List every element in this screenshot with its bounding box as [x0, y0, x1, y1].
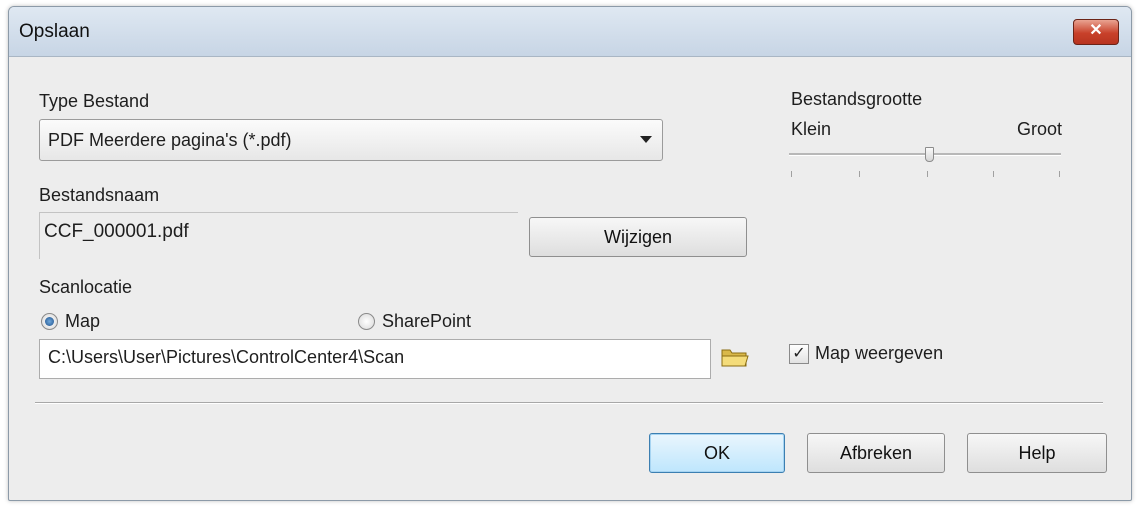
save-dialog: Opslaan ✕ Type Bestand PDF Meerdere pagi…: [8, 6, 1132, 501]
radio-map-label[interactable]: Map: [65, 311, 100, 332]
radio-map[interactable]: [41, 313, 58, 330]
cancel-button[interactable]: Afbreken: [807, 433, 945, 473]
slider-thumb[interactable]: [925, 147, 934, 162]
dialog-title: Opslaan: [19, 21, 90, 42]
slider-tick: [859, 171, 860, 177]
close-button[interactable]: ✕: [1073, 19, 1119, 45]
chevron-down-icon: [640, 136, 652, 143]
help-button[interactable]: Help: [967, 433, 1107, 473]
ok-button[interactable]: OK: [649, 433, 785, 473]
change-button-label: Wijzigen: [603, 227, 673, 247]
file-type-value: PDF Meerdere pagina's (*.pdf): [48, 130, 292, 150]
show-folder-checkbox[interactable]: ✓: [789, 344, 809, 364]
file-name-field: CCF_000001.pdf: [39, 212, 518, 259]
cancel-button-label: Afbreken: [839, 443, 913, 463]
help-button-label: Help: [1018, 443, 1056, 463]
separator: [35, 402, 1103, 404]
slider-tick: [993, 171, 994, 177]
slider-tick: [1059, 171, 1060, 177]
close-icon: ✕: [1089, 22, 1103, 39]
file-name-value: CCF_000001.pdf: [44, 221, 189, 242]
file-type-dropdown[interactable]: PDF Meerdere pagina's (*.pdf): [39, 119, 663, 161]
check-icon: ✓: [792, 345, 806, 362]
change-button[interactable]: Wijzigen: [529, 217, 747, 257]
folder-icon[interactable]: [720, 345, 750, 369]
file-name-label: Bestandsnaam: [39, 185, 160, 205]
ok-button-label: OK: [703, 443, 730, 463]
radio-sharepoint[interactable]: [358, 313, 375, 330]
file-type-label: Type Bestand: [39, 91, 150, 111]
file-size-label: Bestandsgrootte: [791, 89, 923, 109]
slider-tick: [927, 171, 928, 177]
file-size-min-label: Klein: [791, 119, 832, 139]
scan-path-field[interactable]: [39, 339, 711, 379]
file-size-max-label: Groot: [1017, 119, 1063, 139]
radio-sharepoint-label[interactable]: SharePoint: [382, 311, 471, 332]
scan-location-label: Scanlocatie: [39, 277, 133, 297]
title-bar: Opslaan ✕: [9, 7, 1131, 57]
scan-path-input[interactable]: [48, 347, 698, 368]
show-folder-label[interactable]: Map weergeven: [815, 343, 943, 364]
slider-tick: [791, 171, 792, 177]
